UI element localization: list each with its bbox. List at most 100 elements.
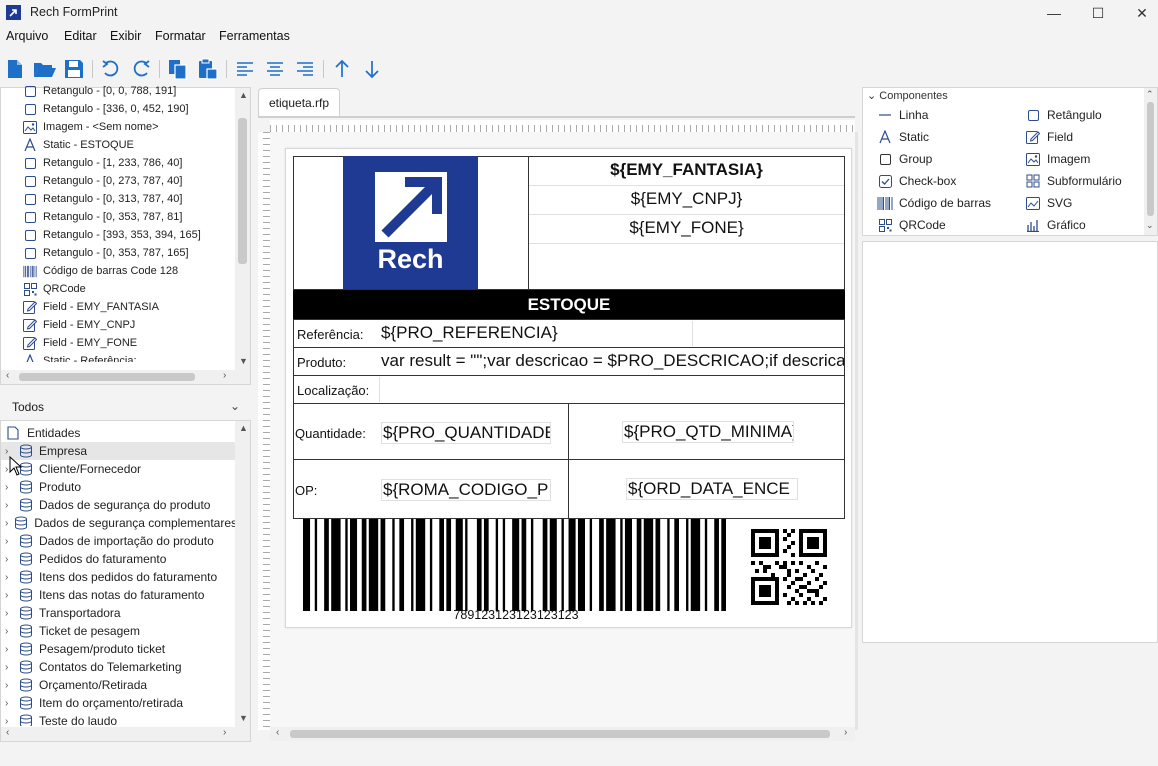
entity-item[interactable]: › Transportadora xyxy=(1,604,237,622)
outline-item[interactable]: Retangulo - [336, 0, 452, 190] xyxy=(23,100,189,118)
menu-ferramentas[interactable]: Ferramentas xyxy=(219,29,290,43)
entity-item[interactable]: › Teste do laudo xyxy=(1,712,237,726)
components-scrollbar[interactable]: ⌃ ⌄ xyxy=(1144,88,1157,235)
chevron-right-icon[interactable]: › xyxy=(5,500,19,511)
field-emy-fantasia[interactable]: ${EMY_FANTASIA} xyxy=(529,160,844,180)
entity-item[interactable]: › Empresa xyxy=(1,442,237,460)
undo-icon[interactable] xyxy=(98,56,124,82)
chevron-right-icon[interactable]: › xyxy=(5,518,14,529)
entity-item[interactable]: › Dados de segurança complementares xyxy=(1,514,237,532)
entity-item[interactable]: › Itens dos pedidos do faturamento xyxy=(1,568,237,586)
outline-item[interactable]: Retangulo - [0, 353, 787, 165] xyxy=(23,244,189,262)
chevron-right-icon[interactable]: › xyxy=(5,716,19,727)
scroll-left-icon[interactable]: ‹ xyxy=(276,727,279,738)
entities-hscrollbar[interactable]: ‹ › xyxy=(1,727,250,741)
component-svg[interactable]: SVG xyxy=(1025,194,1072,212)
chevron-right-icon[interactable]: › xyxy=(5,446,19,457)
section-title-estoque[interactable]: ESTOQUE xyxy=(293,290,845,319)
menu-formatar[interactable]: Formatar xyxy=(155,29,206,43)
entity-item[interactable]: › Ticket de pesagem xyxy=(1,622,237,640)
component-checkbox[interactable]: Check-box xyxy=(877,172,956,190)
scroll-right-icon[interactable]: › xyxy=(223,727,226,738)
outline-item[interactable]: Static - ESTOQUE xyxy=(23,136,134,154)
tab-etiqueta[interactable]: etiqueta.rfp xyxy=(258,88,340,116)
entity-item[interactable]: › Itens das notas do faturamento xyxy=(1,586,237,604)
align-right-icon[interactable] xyxy=(292,56,318,82)
scroll-down-icon[interactable]: ▼ xyxy=(239,713,248,723)
outline-item[interactable]: Retangulo - [0, 273, 787, 40] xyxy=(23,172,182,190)
scroll-down-icon[interactable]: ▼ xyxy=(239,356,248,366)
chevron-right-icon[interactable]: › xyxy=(5,482,19,493)
scroll-left-icon[interactable]: ‹ xyxy=(6,370,9,381)
entity-item[interactable]: › Dados de segurança do produto xyxy=(1,496,237,514)
chevron-right-icon[interactable]: › xyxy=(5,662,19,673)
save-icon[interactable] xyxy=(61,56,87,82)
scroll-left-icon[interactable]: ‹ xyxy=(6,727,9,738)
chevron-right-icon[interactable]: › xyxy=(5,536,19,547)
field-pro-referencia[interactable]: ${PRO_REFERENCIA} xyxy=(381,323,691,343)
entity-item[interactable]: › Dados de importação do produto xyxy=(1,532,237,550)
outline-item[interactable]: Static - Referência: xyxy=(23,352,137,362)
paste-icon[interactable] xyxy=(195,56,221,82)
field-pro-quantidade[interactable]: ${PRO_QUANTIDADE} xyxy=(381,422,551,444)
scroll-thumb[interactable] xyxy=(19,373,195,381)
components-header[interactable]: ⌄ Componentes xyxy=(867,89,948,102)
entity-item[interactable]: › Pesagem/produto ticket xyxy=(1,640,237,658)
align-left-icon[interactable] xyxy=(232,56,258,82)
outline-item[interactable]: QRCode xyxy=(23,280,86,298)
menu-editar[interactable]: Editar xyxy=(64,29,97,43)
entity-item[interactable]: › Pedidos do faturamento xyxy=(1,550,237,568)
component-rect[interactable]: Retângulo xyxy=(1025,106,1102,124)
component-group[interactable]: Group xyxy=(877,150,932,168)
component-chart[interactable]: Gráfico xyxy=(1025,216,1086,234)
chevron-right-icon[interactable]: › xyxy=(5,626,19,637)
redo-icon[interactable] xyxy=(128,56,154,82)
minimize-button[interactable]: — xyxy=(1032,0,1076,26)
scroll-down-icon[interactable]: ⌄ xyxy=(1146,220,1154,231)
entity-item[interactable]: › Produto xyxy=(1,478,237,496)
menu-arquivo[interactable]: Arquivo xyxy=(6,29,48,43)
entity-item[interactable]: › Contatos do Telemarketing xyxy=(1,658,237,676)
chevron-right-icon[interactable]: › xyxy=(5,644,19,655)
open-folder-icon[interactable] xyxy=(32,56,58,82)
new-file-icon[interactable] xyxy=(2,56,28,82)
component-qr[interactable]: QRCode xyxy=(877,216,946,234)
company-logo[interactable]: Rech xyxy=(343,156,478,289)
field-pro-qtd-minima[interactable]: ${PRO_QTD_MINIMA} xyxy=(622,421,794,443)
entities-root[interactable]: Entidades xyxy=(1,424,237,442)
chevron-right-icon[interactable]: › xyxy=(5,698,19,709)
scroll-thumb[interactable] xyxy=(238,118,247,264)
row-localizacao[interactable] xyxy=(293,375,845,404)
chevron-right-icon[interactable]: › xyxy=(5,590,19,601)
outline-item[interactable]: Field - EMY_FANTASIA xyxy=(23,298,159,316)
entity-item[interactable]: › Item do orçamento/retirada xyxy=(1,694,237,712)
align-center-icon[interactable] xyxy=(262,56,288,82)
scroll-right-icon[interactable]: › xyxy=(223,370,226,381)
field-pro-descricao[interactable]: var result = "";var descricao = $PRO_DES… xyxy=(381,351,844,371)
field-emy-fone[interactable]: ${EMY_FONE} xyxy=(529,218,844,238)
scroll-up-icon[interactable]: ▲ xyxy=(239,90,248,100)
entity-item[interactable]: › Orçamento/Retirada xyxy=(1,676,237,694)
maximize-button[interactable]: ☐ xyxy=(1076,0,1120,26)
chevron-right-icon[interactable]: › xyxy=(5,608,19,619)
chevron-right-icon[interactable]: › xyxy=(5,572,19,583)
arrow-up-icon[interactable] xyxy=(329,56,355,82)
outline-item[interactable]: Retangulo - [0, 353, 787, 81] xyxy=(23,208,182,226)
chevron-right-icon[interactable]: › xyxy=(5,554,19,565)
scroll-up-icon[interactable]: ⌃ xyxy=(1146,89,1154,100)
outline-item[interactable]: Field - EMY_FONE xyxy=(23,334,137,352)
outline-item[interactable]: Imagem - <Sem nome> xyxy=(23,118,159,136)
label-page[interactable]: Rech ${EMY_FANTASIA} ${EMY_CNPJ} ${EMY_F… xyxy=(285,148,852,628)
menu-exibir[interactable]: Exibir xyxy=(110,29,141,43)
scroll-right-icon[interactable]: › xyxy=(844,727,847,738)
component-line[interactable]: Linha xyxy=(877,106,928,124)
field-ord-data-encerramento[interactable]: ${ORD_DATA_ENCE xyxy=(626,478,798,500)
component-static[interactable]: Static xyxy=(877,128,929,146)
entities-scrollbar[interactable]: ▲ ▼ xyxy=(235,421,250,727)
component-barcode[interactable]: Código de barras xyxy=(877,194,991,212)
outline-item[interactable]: Retangulo - [1, 233, 786, 40] xyxy=(23,154,182,172)
scroll-thumb[interactable] xyxy=(290,730,830,738)
field-emy-cnpj[interactable]: ${EMY_CNPJ} xyxy=(529,189,844,209)
scroll-thumb[interactable] xyxy=(1147,102,1154,216)
scroll-up-icon[interactable]: ▲ xyxy=(239,423,248,433)
